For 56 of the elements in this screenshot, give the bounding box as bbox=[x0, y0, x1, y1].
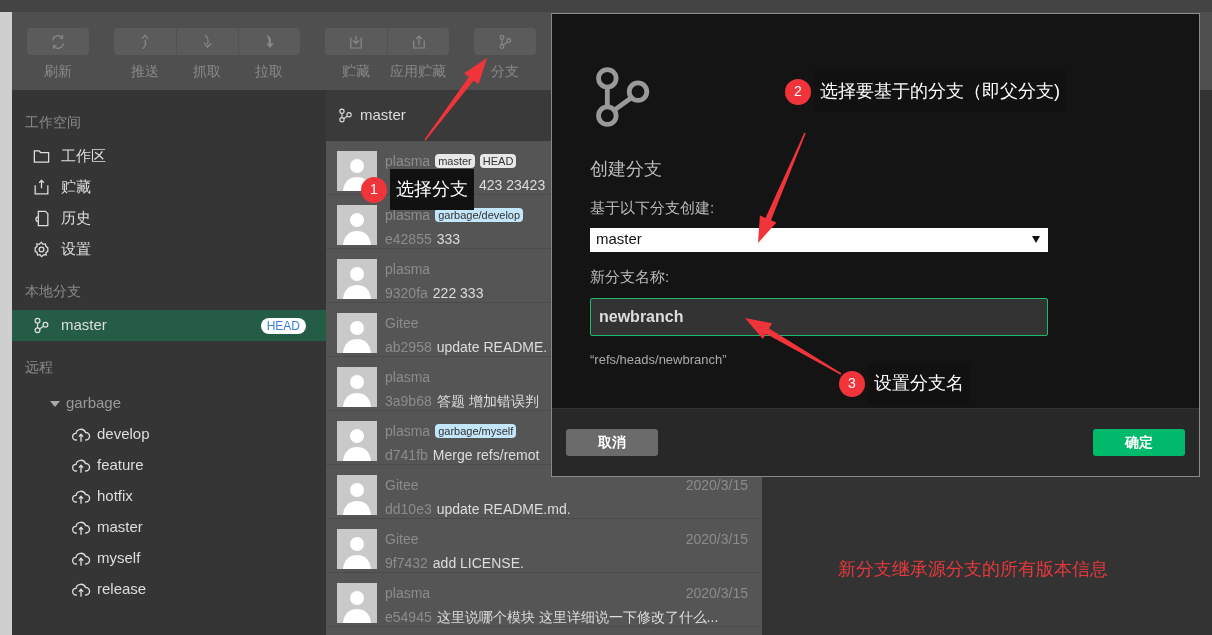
field-label: 新分支名称: bbox=[590, 266, 671, 287]
settings-icon bbox=[32, 240, 51, 259]
section-heading: 本地分支 bbox=[24, 282, 82, 301]
callout-text: 选择分支 bbox=[390, 169, 474, 210]
dropdown-arrow-icon bbox=[1032, 236, 1040, 243]
avatar-icon bbox=[337, 529, 377, 569]
ref-tag: garbage/myself bbox=[435, 424, 517, 438]
ref-path: “refs/heads/newbranch” bbox=[590, 351, 728, 369]
branch-select[interactable]: master bbox=[590, 227, 1048, 252]
avatar-icon bbox=[337, 367, 377, 407]
branch-name: master bbox=[360, 105, 406, 126]
commit-message: 423 23423 bbox=[479, 175, 546, 195]
field-label: 基于以下分支创建: bbox=[590, 198, 716, 218]
commit-message: Merge refs/remot bbox=[432, 445, 540, 465]
sidebar-item[interactable]: 贮藏 bbox=[12, 172, 326, 203]
branch-icon bbox=[32, 316, 51, 335]
refresh-icon bbox=[49, 32, 67, 51]
remote-branch-item[interactable]: master bbox=[12, 512, 149, 543]
remote-branch-item[interactable]: develop bbox=[12, 419, 156, 450]
avatar-icon bbox=[337, 421, 377, 461]
branch-icon bbox=[337, 107, 354, 124]
avatar-icon bbox=[337, 475, 377, 515]
ref-tag: garbage/develop bbox=[435, 208, 524, 222]
dialog-title: 创建分支 bbox=[590, 158, 663, 181]
ref-tag: HEAD bbox=[479, 154, 517, 168]
sidebar-item[interactable]: 历史 bbox=[12, 203, 326, 234]
branch-item[interactable]: master HEAD bbox=[12, 310, 326, 341]
remote-branch-item[interactable]: hotfix bbox=[12, 481, 139, 512]
branch-icon bbox=[496, 32, 514, 51]
commit-message: update README.md. bbox=[436, 499, 571, 519]
commit-message: update README. bbox=[436, 337, 548, 357]
remote-branch-item[interactable]: feature bbox=[12, 450, 150, 481]
tray-icon bbox=[32, 178, 51, 197]
avatar-icon bbox=[337, 259, 377, 299]
ref-tag: master bbox=[435, 154, 475, 168]
avatar-icon bbox=[337, 313, 377, 353]
head-badge: HEAD bbox=[260, 317, 306, 334]
sidebar-item[interactable]: 工作区 bbox=[12, 141, 326, 172]
sidebar-item[interactable]: 设置 bbox=[12, 234, 326, 265]
commit-message: 222 333 bbox=[432, 283, 484, 303]
remote-branch-item[interactable]: myself bbox=[12, 543, 147, 574]
annotation-note: 新分支继承源分支的所有版本信息 bbox=[838, 558, 1108, 581]
avatar-icon bbox=[337, 583, 377, 623]
branch-name-field[interactable]: newbranch bbox=[590, 298, 1048, 336]
commit-message: 答题 增加错误判 bbox=[436, 391, 539, 411]
folder-icon bbox=[32, 147, 51, 166]
remote-branch-item[interactable]: release bbox=[12, 574, 153, 605]
avatar-icon bbox=[337, 205, 377, 245]
cancel-button[interactable]: 取消 bbox=[566, 429, 658, 456]
commit-message: 333 bbox=[436, 229, 461, 249]
commit-message: 这里说哪个模块 这里详细说一下修改了什么... bbox=[436, 607, 719, 627]
document-icon bbox=[32, 209, 51, 228]
section-heading: 工作空间 bbox=[24, 113, 82, 132]
section-heading: 远程 bbox=[24, 358, 54, 377]
tree-node[interactable]: garbage bbox=[12, 388, 128, 419]
commit-message: add LICENSE. bbox=[432, 553, 524, 573]
